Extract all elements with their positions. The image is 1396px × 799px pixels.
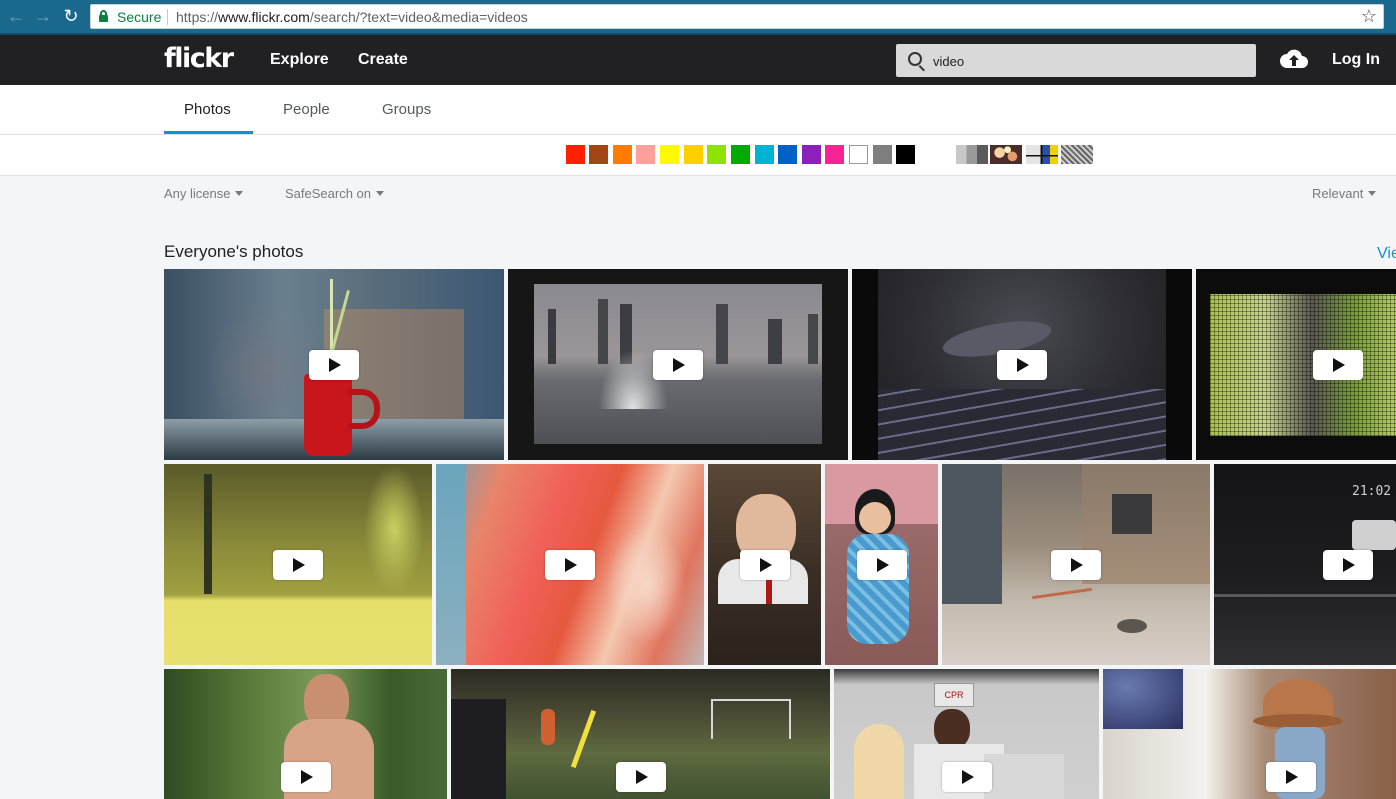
license-filter-label: Any license xyxy=(164,186,231,201)
flickr-logo[interactable]: flickr xyxy=(164,43,234,74)
caret-down-icon xyxy=(235,191,244,196)
forward-button[interactable]: → xyxy=(33,6,53,26)
video-tile[interactable]: CPR xyxy=(834,669,1099,799)
tab-groups[interactable]: Groups xyxy=(382,101,431,118)
video-tile[interactable] xyxy=(451,669,830,799)
color-swatch-white[interactable] xyxy=(849,145,868,164)
url-text[interactable]: https://www.flickr.com/search/?text=vide… xyxy=(176,9,528,25)
play-icon[interactable] xyxy=(857,550,907,580)
play-icon[interactable] xyxy=(740,550,790,580)
video-tile[interactable] xyxy=(164,269,504,460)
active-tab-indicator xyxy=(164,131,253,134)
arrow-left-icon: ← xyxy=(7,6,25,26)
color-swatch-magenta[interactable] xyxy=(825,145,844,164)
play-icon[interactable] xyxy=(942,762,992,792)
view-all-link[interactable]: Vie xyxy=(1377,245,1396,263)
play-icon[interactable] xyxy=(281,762,331,792)
video-tile[interactable] xyxy=(825,464,938,665)
caret-down-icon xyxy=(1368,191,1377,196)
url-scheme: https:// xyxy=(176,9,219,25)
timestamp-overlay: 21:02 xyxy=(1352,484,1392,499)
style-filter-black-white[interactable] xyxy=(956,145,988,164)
color-swatch-pink[interactable] xyxy=(636,145,655,164)
search-box[interactable] xyxy=(896,44,1256,77)
nav-explore[interactable]: Explore xyxy=(270,51,329,69)
search-input[interactable] xyxy=(933,52,1233,70)
color-swatch-gold[interactable] xyxy=(684,145,703,164)
play-icon[interactable] xyxy=(997,350,1047,380)
video-tile[interactable] xyxy=(708,464,821,665)
video-tile[interactable] xyxy=(942,464,1210,665)
cloud-upload-icon[interactable] xyxy=(1279,47,1309,71)
video-tile[interactable] xyxy=(164,464,432,665)
color-swatch-orange[interactable] xyxy=(613,145,632,164)
color-swatch-blue[interactable] xyxy=(778,145,797,164)
play-icon[interactable] xyxy=(545,550,595,580)
video-tile[interactable] xyxy=(1196,269,1396,460)
style-filter-patterns[interactable] xyxy=(1061,145,1093,164)
play-icon[interactable] xyxy=(1051,550,1101,580)
style-filter-depth-of-field[interactable] xyxy=(990,145,1022,164)
color-swatch-teal[interactable] xyxy=(755,145,774,164)
play-icon[interactable] xyxy=(653,350,703,380)
star-icon[interactable]: ☆ xyxy=(1361,6,1377,27)
safesearch-filter[interactable]: SafeSearch on xyxy=(285,186,385,201)
tab-photos[interactable]: Photos xyxy=(184,101,231,118)
secure-label: Secure xyxy=(117,9,162,25)
video-tile[interactable] xyxy=(436,464,704,665)
video-tile[interactable] xyxy=(1103,669,1396,799)
color-swatch-red[interactable] xyxy=(566,145,585,164)
search-icon[interactable] xyxy=(908,52,922,66)
sort-filter[interactable]: Relevant xyxy=(1312,186,1377,201)
login-link[interactable]: Log In xyxy=(1332,51,1380,69)
sort-filter-label: Relevant xyxy=(1312,186,1364,201)
video-tile[interactable] xyxy=(852,269,1192,460)
color-swatch-lime[interactable] xyxy=(707,145,726,164)
back-button[interactable]: ← xyxy=(6,6,26,26)
nav-create[interactable]: Create xyxy=(358,51,408,69)
url-host: www.flickr.com xyxy=(218,9,310,25)
style-filter-minimalist[interactable] xyxy=(1026,145,1058,164)
color-swatch-brown[interactable] xyxy=(589,145,608,164)
address-divider xyxy=(167,9,168,25)
color-swatch-black[interactable] xyxy=(896,145,915,164)
play-icon[interactable] xyxy=(273,550,323,580)
reload-icon: ↻ xyxy=(63,6,79,26)
site-header: flickr Explore Create Log In xyxy=(0,35,1396,85)
section-title: Everyone's photos xyxy=(164,242,304,261)
color-swatch-yellow[interactable] xyxy=(660,145,679,164)
search-tabs: Photos People Groups xyxy=(0,85,1396,135)
color-swatch-green[interactable] xyxy=(731,145,750,164)
video-tile[interactable] xyxy=(164,669,447,799)
tab-people[interactable]: People xyxy=(283,101,330,118)
play-icon[interactable] xyxy=(616,762,666,792)
browser-toolbar: ← → ↻ Secure https://www.flickr.com/sear… xyxy=(0,0,1396,35)
caret-down-icon xyxy=(376,191,385,196)
arrow-right-icon: → xyxy=(34,6,52,26)
video-tile[interactable]: 21:02 xyxy=(1214,464,1396,665)
lock-icon xyxy=(99,10,108,22)
license-filter[interactable]: Any license xyxy=(164,186,244,201)
play-icon[interactable] xyxy=(309,350,359,380)
color-filter-bar xyxy=(0,135,1396,176)
sign-overlay: CPR xyxy=(934,683,974,707)
safesearch-filter-label: SafeSearch on xyxy=(285,186,372,201)
color-swatch-purple[interactable] xyxy=(802,145,821,164)
play-icon[interactable] xyxy=(1266,762,1316,792)
url-path: /search/?text=video&media=videos xyxy=(309,9,528,25)
play-icon[interactable] xyxy=(1323,550,1373,580)
video-tile[interactable] xyxy=(508,269,848,460)
play-icon[interactable] xyxy=(1313,350,1363,380)
color-swatch-gray[interactable] xyxy=(873,145,892,164)
address-bar[interactable]: Secure https://www.flickr.com/search/?te… xyxy=(90,4,1384,29)
reload-button[interactable]: ↻ xyxy=(61,6,81,26)
